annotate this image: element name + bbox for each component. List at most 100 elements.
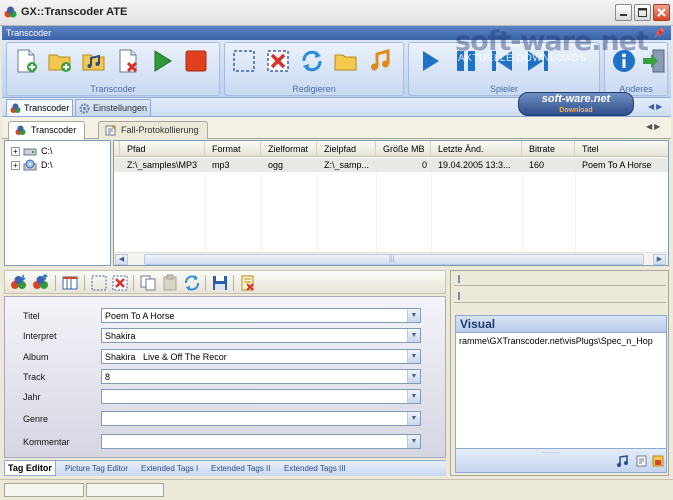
folder-icon[interactable] bbox=[333, 48, 359, 74]
album-field[interactable]: Shakira Live & Off The Recor ▼ bbox=[101, 349, 421, 364]
refresh-icon[interactable] bbox=[299, 48, 325, 74]
delete-icon[interactable] bbox=[111, 274, 129, 292]
chevron-down-icon[interactable]: ▼ bbox=[407, 309, 420, 322]
music-note-icon[interactable] bbox=[616, 455, 628, 467]
save-icon[interactable] bbox=[211, 274, 229, 292]
tab-scroll-arrows[interactable]: ◀▶ bbox=[648, 102, 664, 111]
volume-slider[interactable] bbox=[454, 291, 666, 303]
toolbar-separator bbox=[133, 275, 134, 291]
tree-item-label: D:\ bbox=[41, 160, 53, 170]
add-music-icon[interactable] bbox=[81, 48, 107, 74]
tab-transcoder[interactable]: Transcoder bbox=[8, 121, 86, 140]
tab-extended-tags-2[interactable]: Extended Tags II bbox=[208, 461, 273, 476]
badge-title: soft-ware.net bbox=[541, 93, 611, 105]
transcoder-icon bbox=[15, 125, 26, 135]
status-bar bbox=[0, 479, 673, 500]
refresh-icon[interactable] bbox=[183, 274, 201, 292]
copy-icon[interactable] bbox=[139, 274, 157, 292]
new-file-icon[interactable] bbox=[13, 48, 39, 74]
stop-icon[interactable] bbox=[183, 48, 209, 74]
grid-line bbox=[376, 172, 377, 252]
column-header-titel[interactable]: Titel bbox=[575, 141, 668, 157]
slider-thumb[interactable] bbox=[458, 275, 460, 283]
clear-tags-icon[interactable] bbox=[239, 274, 257, 292]
visual-settings-icon[interactable] bbox=[652, 455, 664, 467]
select-icon[interactable] bbox=[90, 274, 108, 292]
field-label-track: Track bbox=[23, 372, 46, 382]
cell-groesse: 0 bbox=[421, 160, 427, 170]
read-tags-icon[interactable] bbox=[10, 274, 28, 292]
scroll-thumb[interactable]: ||| bbox=[144, 254, 644, 265]
titel-field[interactable]: Poem To A Horse ▼ bbox=[101, 308, 421, 323]
chevron-down-icon[interactable]: ▼ bbox=[407, 350, 420, 363]
remove-file-icon[interactable] bbox=[115, 48, 141, 74]
minimize-button[interactable] bbox=[615, 4, 632, 21]
visual-plugin-path[interactable]: ramme\GXTranscoder.net\visPlugs\Spec_n_H… bbox=[459, 335, 665, 347]
paste-icon[interactable] bbox=[161, 274, 179, 292]
tab-picture-tag-editor[interactable]: Picture Tag Editor bbox=[62, 461, 131, 476]
track-field[interactable]: 8 ▼ bbox=[101, 369, 421, 384]
expand-icon[interactable]: + bbox=[11, 161, 20, 170]
chevron-down-icon[interactable]: ▼ bbox=[407, 435, 420, 448]
maximize-button[interactable] bbox=[634, 4, 651, 21]
table-row[interactable]: Z:\_samples\MP3 mp3 ogg Z:\_samp... 0 19… bbox=[114, 158, 668, 172]
delete-icon[interactable] bbox=[265, 48, 291, 74]
write-tags-icon[interactable] bbox=[32, 274, 50, 292]
column-header-zielformat[interactable]: Zielformat bbox=[261, 141, 317, 157]
genre-field[interactable]: ▼ bbox=[101, 411, 421, 426]
play-icon[interactable] bbox=[417, 48, 443, 74]
toolbar-separator bbox=[205, 275, 206, 291]
folder-tree[interactable]: + C:\ + D:\ bbox=[4, 140, 111, 266]
horizontal-scrollbar[interactable]: ◀ ||| ▶ bbox=[114, 252, 668, 265]
cell-format: mp3 bbox=[212, 160, 230, 170]
kommentar-field[interactable]: ▼ bbox=[101, 434, 421, 449]
select-icon[interactable] bbox=[231, 48, 257, 74]
play-icon[interactable] bbox=[149, 48, 175, 74]
chevron-down-icon[interactable]: ▼ bbox=[407, 370, 420, 383]
pin-icon[interactable]: 📌 bbox=[654, 26, 665, 40]
scroll-right-icon[interactable]: ▶ bbox=[653, 254, 666, 265]
tab-einstellungen[interactable]: Einstellungen bbox=[75, 99, 152, 116]
close-button[interactable] bbox=[653, 4, 670, 21]
column-header-zielpfad[interactable]: Zielpfad bbox=[317, 141, 376, 157]
scroll-left-icon[interactable]: ◀ bbox=[115, 254, 128, 265]
tab-extended-tags-1[interactable]: Extended Tags I bbox=[138, 461, 201, 476]
tab-scroll-arrows[interactable]: ◀▶ bbox=[646, 122, 662, 131]
columns-icon[interactable] bbox=[61, 274, 79, 292]
jahr-field[interactable]: ▼ bbox=[101, 389, 421, 404]
ribbon-group-redigieren: Redigieren bbox=[224, 42, 404, 96]
settings-icon bbox=[79, 103, 90, 114]
column-header-bitrate[interactable]: Bitrate bbox=[522, 141, 575, 157]
expand-icon[interactable]: + bbox=[11, 147, 20, 156]
tab-transcoder-mode[interactable]: Transcoder bbox=[6, 99, 74, 116]
close-icon bbox=[657, 8, 666, 17]
field-label-genre: Genre bbox=[23, 414, 49, 424]
column-header-format[interactable]: Format bbox=[205, 141, 261, 157]
tree-item-c[interactable]: + C:\ bbox=[11, 145, 53, 157]
tree-item-label: C:\ bbox=[41, 146, 53, 156]
interpret-field[interactable]: Shakira ▼ bbox=[101, 328, 421, 343]
chevron-down-icon[interactable]: ▼ bbox=[407, 412, 420, 425]
column-header-groesse[interactable]: Größe MB bbox=[376, 141, 431, 157]
cell-titel: Poem To A Horse bbox=[582, 160, 652, 170]
tab-label: Einstellungen bbox=[93, 103, 148, 113]
cell-zielpfad: Z:\_samp... bbox=[324, 160, 370, 170]
file-list[interactable]: Pfad Format Zielformat Zielpfad Größe MB… bbox=[113, 140, 669, 266]
add-folder-icon[interactable] bbox=[47, 48, 73, 74]
tree-item-d[interactable]: + D:\ bbox=[11, 159, 53, 171]
chevron-down-icon[interactable]: ▼ bbox=[407, 329, 420, 342]
music-note-icon[interactable] bbox=[367, 48, 393, 74]
maximize-icon bbox=[638, 8, 647, 17]
window-title: GX::Transcoder ATE bbox=[21, 6, 128, 18]
tab-extended-tags-3[interactable]: Extended Tags III bbox=[281, 461, 349, 476]
toolbar-separator bbox=[84, 275, 85, 291]
tab-tag-editor[interactable]: Tag Editor bbox=[4, 461, 56, 476]
position-slider[interactable] bbox=[454, 274, 666, 286]
minimize-icon bbox=[620, 14, 627, 16]
column-header-letzte-aend[interactable]: Letzte Änd. bbox=[431, 141, 522, 157]
playlist-icon[interactable] bbox=[636, 455, 648, 467]
slider-thumb[interactable] bbox=[458, 292, 460, 300]
chevron-down-icon[interactable]: ▼ bbox=[407, 390, 420, 403]
column-header-pfad[interactable]: Pfad bbox=[120, 141, 205, 157]
tab-fall-protokollierung[interactable]: Fall-Protokollierung bbox=[98, 121, 208, 139]
